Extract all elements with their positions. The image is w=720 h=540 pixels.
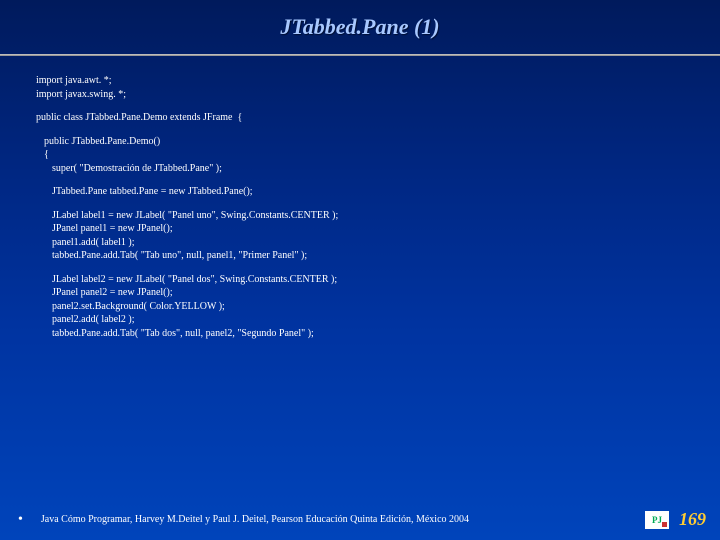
code-line: JLabel label2 = new JLabel( "Panel dos",…: [36, 273, 710, 287]
code-line: {: [36, 148, 710, 162]
slide-title: JTabbed.Pane (1): [280, 14, 439, 39]
code-line: tabbed.Pane.add.Tab( "Tab uno", null, pa…: [36, 249, 710, 263]
footer: • Java Cómo Programar, Harvey M.Deitel y…: [0, 509, 720, 530]
code-line: JLabel label1 = new JLabel( "Panel uno",…: [36, 209, 710, 223]
code-line: panel1.add( label1 );: [36, 236, 710, 250]
code-line: tabbed.Pane.add.Tab( "Tab dos", null, pa…: [36, 327, 710, 341]
code-line: JPanel panel2 = new JPanel();: [36, 286, 710, 300]
code-line: import javax.swing. *;: [36, 88, 710, 102]
content-area: import java.awt. *; import javax.swing. …: [0, 56, 720, 340]
code-line: panel2.set.Background( Color.YELLOW );: [36, 300, 710, 314]
footer-citation: Java Cómo Programar, Harvey M.Deitel y P…: [41, 514, 645, 525]
bullet-icon: •: [18, 512, 23, 528]
code-line: public JTabbed.Pane.Demo(): [36, 135, 710, 149]
title-area: JTabbed.Pane (1): [0, 0, 720, 48]
code-line: public class JTabbed.Pane.Demo extends J…: [36, 111, 710, 125]
code-line: panel2.add( label2 );: [36, 313, 710, 327]
code-line: super( "Demostración de JTabbed.Pane" );: [36, 162, 710, 176]
code-line: JPanel panel1 = new JPanel();: [36, 222, 710, 236]
publisher-logo: PJ: [645, 511, 669, 529]
page-number: 169: [679, 509, 706, 530]
code-line: import java.awt. *;: [36, 74, 710, 88]
code-line: JTabbed.Pane tabbed.Pane = new JTabbed.P…: [36, 185, 710, 199]
